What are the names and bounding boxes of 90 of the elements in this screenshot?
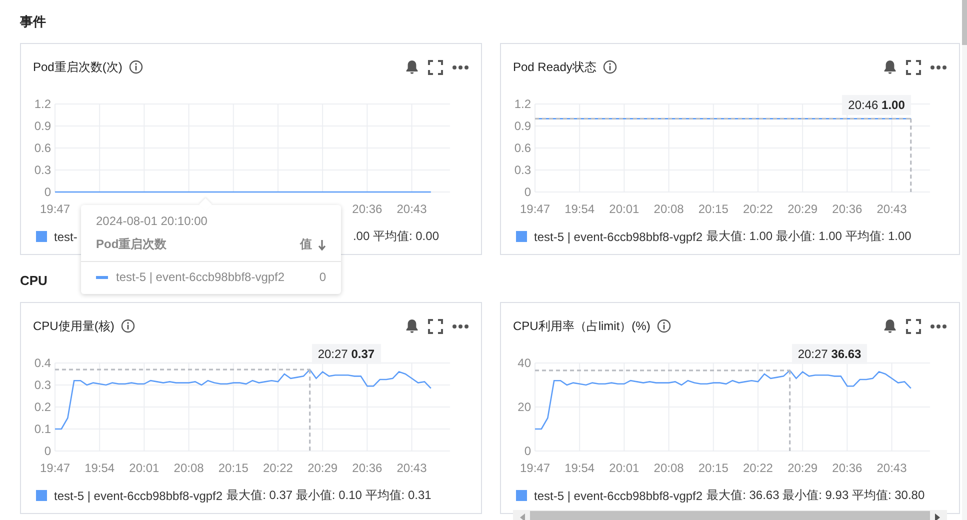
axis-label: 20:29 — [788, 461, 818, 475]
axis-label: 20:15 — [698, 461, 728, 475]
axis-label: 20:15 — [218, 461, 248, 475]
axis-label: 1.2 — [514, 97, 531, 111]
axis-label: 20:36 — [352, 202, 382, 216]
axis-label: 0.4 — [34, 356, 51, 370]
axis-label: 20:36 — [832, 461, 862, 475]
legend-series-name[interactable]: test-5 | event-6ccb98bbf8-vgpf2 — [54, 488, 223, 502]
axis-label: 0 — [524, 185, 531, 199]
bell-icon[interactable] — [883, 318, 897, 334]
legend-series-name[interactable]: test-5 | event-6ccb98bbf8-vgpf2 — [534, 230, 703, 244]
axis-label: 20 — [518, 400, 531, 414]
axis-label: 20:43 — [876, 461, 907, 475]
axis-label: 19:47 — [40, 461, 70, 475]
axis-label: 20:29 — [308, 461, 338, 475]
axis-label: 20:01 — [609, 202, 640, 216]
axis-label: 1.2 — [34, 97, 51, 111]
axis-label: 20:01 — [129, 461, 160, 475]
chart-title: Pod重启次数(次) — [33, 58, 122, 76]
bell-icon[interactable] — [883, 59, 897, 75]
axis-label: 0.6 — [514, 141, 531, 155]
legend-stats: 最大值: 36.63 最小值: 9.93 平均值: 30.80 — [706, 487, 925, 504]
axis-label: 20:43 — [876, 202, 907, 216]
axis-label: 20:22 — [262, 461, 293, 475]
section-heading: CPU — [20, 272, 48, 290]
axis-label: 0.3 — [34, 378, 51, 392]
more-icon[interactable] — [452, 324, 469, 328]
axis-label: 19:47 — [40, 202, 70, 216]
axis-label: 40 — [518, 356, 531, 370]
axis-label: 20:36 — [352, 461, 382, 475]
chart-title: CPU使用量(核) — [33, 318, 114, 334]
chart-title: Pod Ready状态 — [513, 58, 596, 76]
hover-value-label: 20:46 1.00 — [842, 94, 911, 115]
fullscreen-icon[interactable] — [906, 318, 921, 334]
fullscreen-icon[interactable] — [428, 318, 443, 334]
info-icon[interactable] — [657, 319, 672, 333]
axis-label: 0.3 — [34, 163, 51, 177]
caret-right-icon[interactable] — [934, 512, 941, 520]
axis-label: 20:29 — [788, 202, 818, 216]
axis-label: 0.6 — [34, 141, 51, 155]
more-icon[interactable] — [452, 64, 469, 70]
axis-label: 20:15 — [698, 202, 728, 216]
info-icon[interactable] — [603, 60, 618, 74]
axis-label: 19:47 — [520, 461, 550, 475]
bell-icon[interactable] — [405, 59, 419, 75]
legend-stats: 最大值: 0.37 最小值: 0.10 平均值: 0.31 — [226, 487, 432, 504]
more-icon[interactable] — [930, 324, 947, 328]
axis-label: 0 — [44, 185, 51, 199]
legend-stats: 最大值: 1.00 最小值: 1.00 平均值: 1.00 — [706, 228, 912, 245]
axis-label: 20:36 — [832, 202, 862, 216]
hover-value-label: 20:27 36.63 — [792, 344, 868, 364]
axis-label: 19:54 — [564, 461, 595, 475]
page-scrollbar[interactable] — [962, 0, 967, 45]
legend-stats: .00 平均值: 0.00 — [352, 228, 439, 245]
axis-label: 20:22 — [742, 461, 773, 475]
tooltip-time: 2024-08-01 20:10:00 — [95, 213, 208, 228]
section-heading: 事件 — [20, 13, 46, 31]
axis-label: 0.1 — [34, 422, 51, 436]
fullscreen-icon[interactable] — [428, 60, 443, 74]
axis-label: 0.3 — [514, 163, 531, 177]
hover-value-label: 20:27 0.37 — [312, 344, 381, 364]
fullscreen-icon[interactable] — [906, 60, 921, 74]
axis-label: 0 — [524, 444, 531, 458]
tooltip-series-name: test-5 | event-6ccb98bbf8-vgpf2 — [116, 270, 285, 284]
value-column-header[interactable]: 值 — [300, 236, 312, 253]
axis-label: 0.9 — [34, 119, 51, 133]
axis-label: 20:01 — [609, 461, 640, 475]
info-icon[interactable] — [129, 60, 144, 74]
info-icon[interactable] — [121, 319, 136, 333]
axis-label: 19:54 — [84, 461, 115, 475]
axis-label: 0.9 — [514, 119, 531, 133]
chart-title: CPU利用率（占limit）(%) — [513, 318, 650, 334]
sort-arrow-icon[interactable] — [318, 238, 326, 250]
axis-label: 20:43 — [396, 202, 427, 216]
legend-series-name[interactable]: test-5 | event-6ccb98bbf8-vgpf2 — [534, 488, 703, 502]
axis-label: 20:22 — [742, 202, 773, 216]
legend-series-name[interactable]: test- — [54, 230, 78, 244]
tooltip-metric: Pod重启次数 — [96, 236, 167, 253]
axis-label: 20:43 — [396, 461, 427, 475]
tooltip-value: 0 — [319, 270, 326, 284]
more-icon[interactable] — [930, 64, 947, 70]
axis-label: 20:08 — [174, 461, 204, 475]
axis-label: 19:54 — [564, 202, 595, 216]
axis-label: 20:08 — [654, 461, 684, 475]
axis-label: 0 — [44, 444, 51, 458]
axis-label: 20:08 — [654, 202, 684, 216]
bell-icon[interactable] — [405, 318, 419, 334]
axis-label: 0.2 — [34, 400, 51, 414]
axis-label: 19:47 — [520, 202, 550, 216]
horizontal-scrollbar[interactable] — [513, 510, 947, 520]
